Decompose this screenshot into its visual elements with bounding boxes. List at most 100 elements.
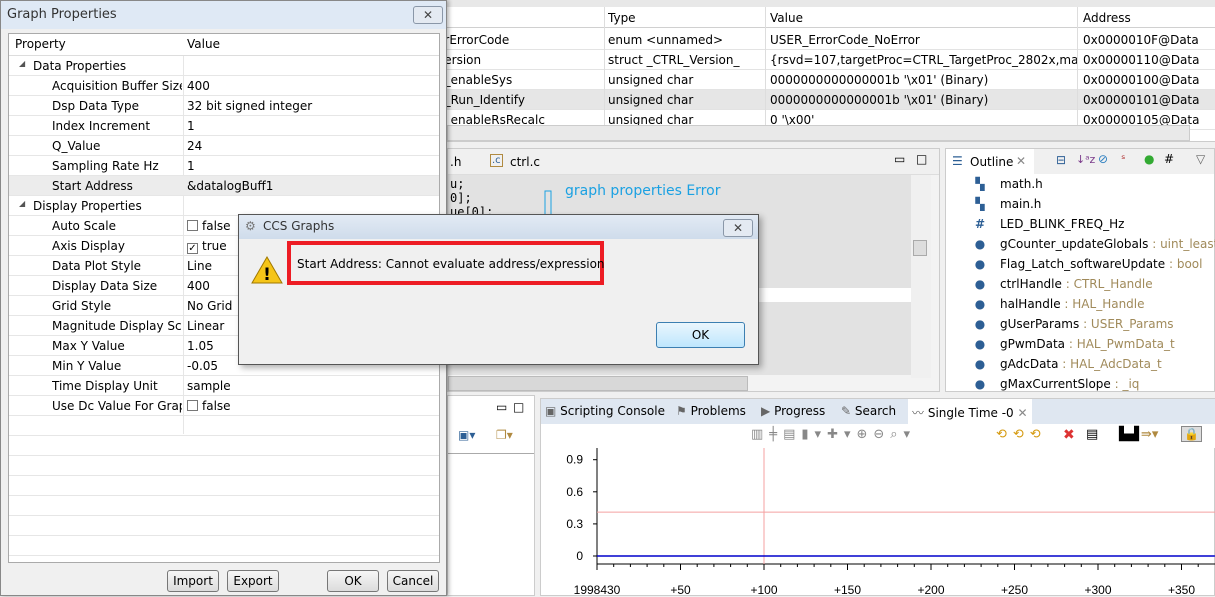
property-row[interactable]: Index Increment 1 bbox=[9, 116, 439, 136]
close-icon[interactable]: ✕ bbox=[1018, 406, 1028, 420]
outline-item[interactable]: # LED_BLINK_FREQ_Hz bbox=[974, 217, 1124, 237]
outline-item[interactable]: ● gMaxCurrentSlope : _iq bbox=[974, 377, 1140, 397]
property-value[interactable]: 24 bbox=[187, 139, 202, 153]
property-name: Grid Style bbox=[52, 299, 112, 313]
property-value[interactable]: -0.05 bbox=[187, 359, 218, 373]
display-icon[interactable]: ▣▾ bbox=[458, 428, 475, 442]
cell-type: struct _CTRL_Version_ bbox=[608, 53, 740, 67]
import-button[interactable]: Import bbox=[167, 570, 219, 592]
tab-outline[interactable]: Outline bbox=[970, 155, 1013, 169]
dialog-title: CCS Graphs bbox=[263, 219, 335, 233]
expand-icon[interactable]: ◢ bbox=[19, 59, 25, 68]
step-icon[interactable]: ⇛▾ bbox=[1141, 427, 1158, 442]
column-header-value[interactable]: Value bbox=[187, 37, 220, 51]
empty-row bbox=[9, 416, 439, 436]
view-menu-icon[interactable]: ▽ bbox=[1196, 152, 1205, 166]
refresh-icons[interactable]: ⟲⟲⟲ bbox=[996, 427, 1047, 442]
property-category[interactable]: ◢ Data Properties bbox=[9, 56, 439, 76]
outline-item[interactable]: ● gAdcData : HAL_AdcData_t bbox=[974, 357, 1162, 377]
property-row[interactable]: Acquisition Buffer Size 400 bbox=[9, 76, 439, 96]
graph-toolbar-icons[interactable]: ▥╪▤▮▾✚▾⊕⊖⌕▾ bbox=[751, 427, 916, 442]
column-header-property[interactable]: Property bbox=[15, 37, 145, 51]
property-value[interactable]: 1 bbox=[187, 159, 195, 173]
property-value[interactable]: false bbox=[202, 399, 231, 413]
outline-item[interactable]: ● Flag_Latch_softwareUpdate : bool bbox=[974, 257, 1203, 277]
hide-macros-icon[interactable]: # bbox=[1164, 152, 1174, 166]
outline-item[interactable]: ● ctrlHandle : CTRL_Handle bbox=[974, 277, 1153, 297]
tab-progress[interactable]: ▶ Progress bbox=[761, 404, 825, 418]
horizontal-scrollbar[interactable] bbox=[448, 376, 748, 391]
tab-label: Search bbox=[854, 404, 897, 418]
property-value[interactable]: 400 bbox=[187, 79, 210, 93]
outline-item[interactable]: ● gPwmData : HAL_PwmData_t bbox=[974, 337, 1175, 357]
close-icon[interactable]: ✕ bbox=[1016, 154, 1026, 168]
minimize-icon[interactable]: ▭ bbox=[894, 152, 905, 166]
property-value[interactable]: false bbox=[202, 219, 231, 233]
tab-scripting-console[interactable]: ▣ Scripting Console bbox=[545, 404, 665, 418]
new-item-icon[interactable]: ❐▾ bbox=[496, 428, 513, 442]
variable-icon: ● bbox=[974, 357, 986, 371]
property-category[interactable]: ◢ Display Properties bbox=[9, 196, 439, 216]
table-row[interactable]: g_Run_Identify unsigned char 0000000000000… bbox=[437, 90, 1215, 110]
table-row[interactable]: erErrorCode enum <unnamed> USER_ErrorCode_… bbox=[437, 30, 1215, 50]
property-value[interactable]: 400 bbox=[187, 279, 210, 293]
close-button[interactable]: ✕ bbox=[723, 219, 753, 237]
property-row[interactable]: Use Dc Value For Graph false bbox=[9, 396, 439, 416]
property-row[interactable]: Dsp Data Type 32 bit signed integer bbox=[9, 96, 439, 116]
outline-item[interactable]: ● gUserParams : USER_Params bbox=[974, 317, 1174, 337]
column-header-address[interactable]: Address bbox=[1083, 11, 1215, 25]
checkbox[interactable] bbox=[187, 220, 198, 231]
ok-button[interactable]: OK bbox=[656, 322, 745, 348]
outline-item[interactable]: ▚ main.h bbox=[974, 197, 1041, 217]
tab-problems[interactable]: ⚑ Problems bbox=[676, 404, 746, 418]
property-value[interactable]: 1.05 bbox=[187, 339, 214, 353]
property-value[interactable]: Linear bbox=[187, 319, 224, 333]
tab-search[interactable]: ✎ Search bbox=[841, 404, 896, 418]
property-value[interactable]: true bbox=[202, 239, 227, 253]
export-button[interactable]: Export bbox=[227, 570, 279, 592]
property-value[interactable]: 1 bbox=[187, 119, 195, 133]
lock-icon[interactable]: 🔒 bbox=[1181, 426, 1202, 442]
property-row[interactable]: Sampling Rate Hz 1 bbox=[9, 156, 439, 176]
property-row[interactable]: Start Address &datalogBuff1 bbox=[9, 176, 439, 196]
checkbox[interactable] bbox=[187, 400, 198, 411]
tab-single-time-0[interactable]: 〰 Single Time -0 ✕ bbox=[908, 399, 1032, 424]
outline-item[interactable]: ● gCounter_updateGlobals : uint_least1 bbox=[974, 237, 1215, 257]
hide-fields-icon[interactable]: ⊘ bbox=[1098, 152, 1108, 166]
empty-row bbox=[9, 456, 439, 476]
column-header-value[interactable]: Value bbox=[770, 11, 1078, 25]
plot-area[interactable]: 0 0.3 0.6 0.9 1998430 +50 +100 +150 +200 +250 +300… bbox=[541, 448, 1215, 597]
property-row[interactable]: Time Display Unit sample bbox=[9, 376, 439, 396]
maximize-icon[interactable]: □ bbox=[513, 400, 524, 414]
property-value[interactable]: No Grid bbox=[187, 299, 232, 313]
hide-static-icon[interactable]: ˢ bbox=[1121, 152, 1125, 166]
find-icon[interactable]: ▙▟ bbox=[1119, 427, 1139, 442]
checkbox[interactable]: ✓ bbox=[187, 243, 198, 254]
property-value[interactable]: sample bbox=[187, 379, 231, 393]
properties-icon[interactable]: ▤ bbox=[1086, 427, 1098, 442]
editor-tab-ctrl-c[interactable]: ctrl.c bbox=[510, 155, 540, 169]
outline-item[interactable]: ▚ math.h bbox=[974, 177, 1042, 197]
y-tick-label: 0.6 bbox=[566, 485, 583, 499]
hide-nonpublic-icon[interactable]: ● bbox=[1144, 152, 1154, 166]
table-row[interactable]: g_enableSys unsigned char 0000000000000001… bbox=[437, 70, 1215, 90]
property-row[interactable]: Q_Value 24 bbox=[9, 136, 439, 156]
collapse-all-icon[interactable]: ⊟ bbox=[1056, 153, 1066, 167]
table-row[interactable]: Version struct _CTRL_Version_ {rsvd=107,ta… bbox=[437, 50, 1215, 70]
property-value[interactable]: 32 bit signed integer bbox=[187, 99, 312, 113]
vertical-scrollbar[interactable] bbox=[911, 175, 931, 378]
cancel-button[interactable]: Cancel bbox=[387, 570, 439, 592]
expand-icon[interactable]: ◢ bbox=[19, 199, 25, 208]
sort-icon[interactable]: ↓ᵃz bbox=[1076, 153, 1095, 166]
column-header-type[interactable]: Type bbox=[608, 11, 766, 25]
ok-button[interactable]: OK bbox=[327, 570, 379, 592]
maximize-icon[interactable]: □ bbox=[916, 152, 927, 166]
outline-item[interactable]: ● halHandle : HAL_Handle bbox=[974, 297, 1145, 317]
horizontal-scrollbar[interactable] bbox=[447, 125, 1190, 141]
close-button[interactable]: ✕ bbox=[413, 6, 443, 24]
minimize-icon[interactable]: ▭ bbox=[496, 400, 507, 414]
property-value[interactable]: &datalogBuff1 bbox=[187, 179, 273, 193]
delete-icon[interactable]: ✖ bbox=[1063, 427, 1075, 443]
editor-tab[interactable]: .h bbox=[450, 155, 461, 169]
property-value[interactable]: Line bbox=[187, 259, 212, 273]
